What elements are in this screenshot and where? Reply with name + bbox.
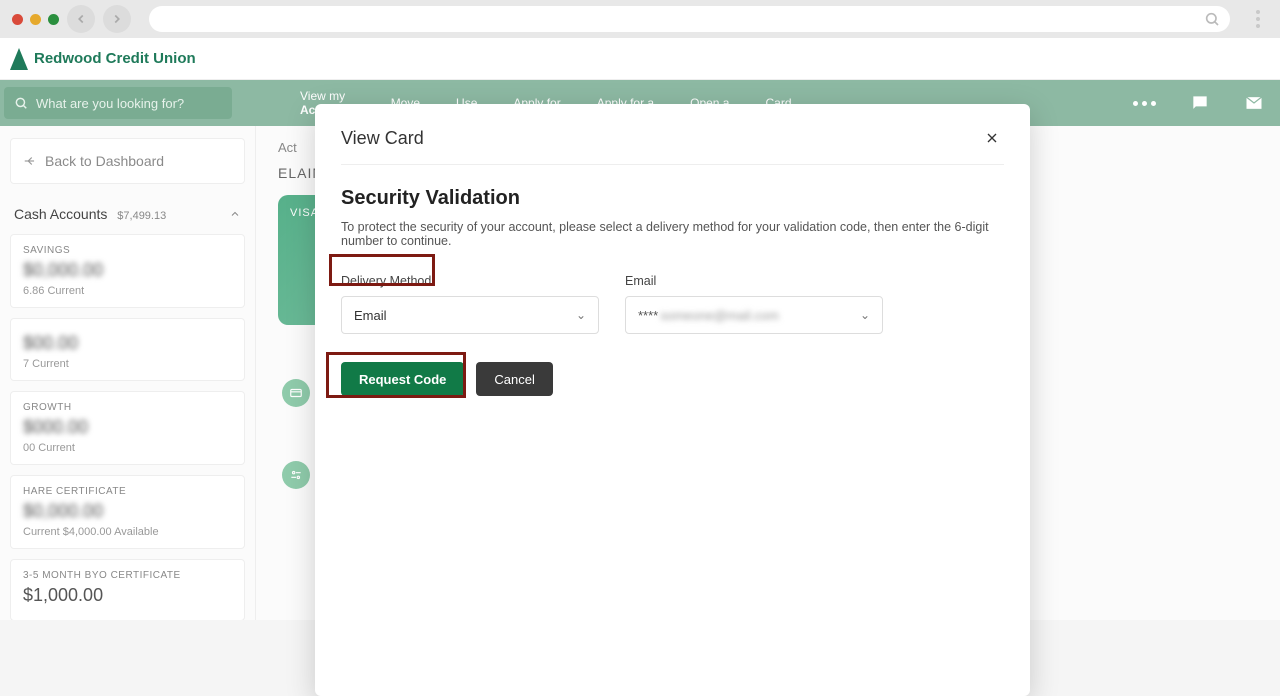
delivery-method-field: Delivery Method Email ⌄ bbox=[341, 274, 599, 334]
cash-total: $7,499.13 bbox=[117, 210, 166, 222]
account-balance: $1,000.00 bbox=[23, 585, 232, 606]
search-icon bbox=[1204, 11, 1220, 27]
view-card-modal: View Card Security Validation To protect… bbox=[315, 104, 1030, 696]
address-bar[interactable] bbox=[149, 6, 1230, 32]
email-select[interactable]: ****someone@mail.com ⌄ bbox=[625, 296, 883, 334]
account-name: SAVINGS bbox=[23, 245, 232, 256]
cash-label: Cash Accounts bbox=[14, 206, 107, 222]
close-icon[interactable] bbox=[980, 126, 1004, 150]
account-card[interactable]: HARE CERTIFICATE $0,000.00 Current $4,00… bbox=[10, 475, 245, 549]
account-card[interactable]: 3-5 MONTH BYO CERTIFICATE $1,000.00 bbox=[10, 559, 245, 620]
forward-button[interactable] bbox=[103, 5, 131, 33]
card-action-icon[interactable] bbox=[282, 379, 310, 407]
brand-logo[interactable]: Redwood Credit Union bbox=[10, 48, 196, 70]
close-window-icon[interactable] bbox=[12, 14, 23, 25]
request-code-button[interactable]: Request Code bbox=[341, 362, 464, 396]
account-sub: Current $4,000.00 Available bbox=[23, 526, 232, 538]
minimize-window-icon[interactable] bbox=[30, 14, 41, 25]
chevron-down-icon: ⌄ bbox=[860, 308, 870, 322]
account-card[interactable]: SAVINGS $0,000.00 6.86 Current bbox=[10, 234, 245, 308]
account-balance: $0,000.00 bbox=[23, 501, 232, 522]
account-name: GROWTH bbox=[23, 402, 232, 413]
brand-name: Redwood Credit Union bbox=[34, 50, 196, 67]
chevron-down-icon: ⌄ bbox=[576, 308, 586, 322]
email-field: Email ****someone@mail.com ⌄ bbox=[625, 274, 883, 334]
sidebar: Back to Dashboard Cash Accounts $7,499.1… bbox=[0, 126, 256, 620]
card-settings-icon[interactable] bbox=[282, 461, 310, 489]
brand-logo-icon bbox=[10, 48, 28, 70]
search-icon bbox=[14, 96, 28, 110]
account-sub: 00 Current bbox=[23, 442, 232, 454]
maximize-window-icon[interactable] bbox=[48, 14, 59, 25]
site-search[interactable]: What are you looking for? bbox=[4, 87, 232, 119]
browser-chrome bbox=[0, 0, 1280, 38]
modal-title: View Card bbox=[341, 128, 424, 149]
mail-icon[interactable] bbox=[1244, 93, 1264, 113]
account-name: 3-5 MONTH BYO CERTIFICATE bbox=[23, 570, 232, 581]
chevron-up-icon bbox=[229, 208, 241, 220]
account-sub: 7 Current bbox=[23, 358, 232, 370]
cash-accounts-header[interactable]: Cash Accounts $7,499.13 bbox=[10, 198, 245, 234]
delivery-method-label: Delivery Method bbox=[341, 274, 599, 288]
browser-menu-icon[interactable] bbox=[1248, 10, 1268, 28]
site-search-placeholder: What are you looking for? bbox=[36, 96, 184, 111]
back-label: Back to Dashboard bbox=[45, 153, 164, 169]
delivery-method-select[interactable]: Email ⌄ bbox=[341, 296, 599, 334]
account-name: HARE CERTIFICATE bbox=[23, 486, 232, 497]
arrow-left-icon bbox=[23, 154, 37, 168]
email-blurred-part: someone@mail.com bbox=[660, 308, 779, 323]
back-button[interactable] bbox=[67, 5, 95, 33]
email-masked: **** bbox=[638, 308, 658, 323]
security-heading: Security Validation bbox=[341, 187, 1004, 210]
account-balance: $000.00 bbox=[23, 417, 232, 438]
chat-icon[interactable] bbox=[1190, 93, 1210, 113]
account-card[interactable]: $00.00 7 Current bbox=[10, 318, 245, 381]
cancel-button[interactable]: Cancel bbox=[476, 362, 552, 396]
email-label: Email bbox=[625, 274, 883, 288]
security-description: To protect the security of your account,… bbox=[341, 220, 1004, 248]
account-balance: $0,000.00 bbox=[23, 260, 232, 281]
account-balance: $00.00 bbox=[23, 333, 232, 354]
delivery-method-value: Email bbox=[354, 308, 387, 323]
brand-bar: Redwood Credit Union bbox=[0, 38, 1280, 80]
more-menu-icon[interactable] bbox=[1133, 101, 1156, 106]
account-card[interactable]: GROWTH $000.00 00 Current bbox=[10, 391, 245, 465]
back-to-dashboard[interactable]: Back to Dashboard bbox=[10, 138, 245, 184]
window-controls bbox=[12, 14, 59, 25]
account-sub: 6.86 Current bbox=[23, 285, 232, 297]
